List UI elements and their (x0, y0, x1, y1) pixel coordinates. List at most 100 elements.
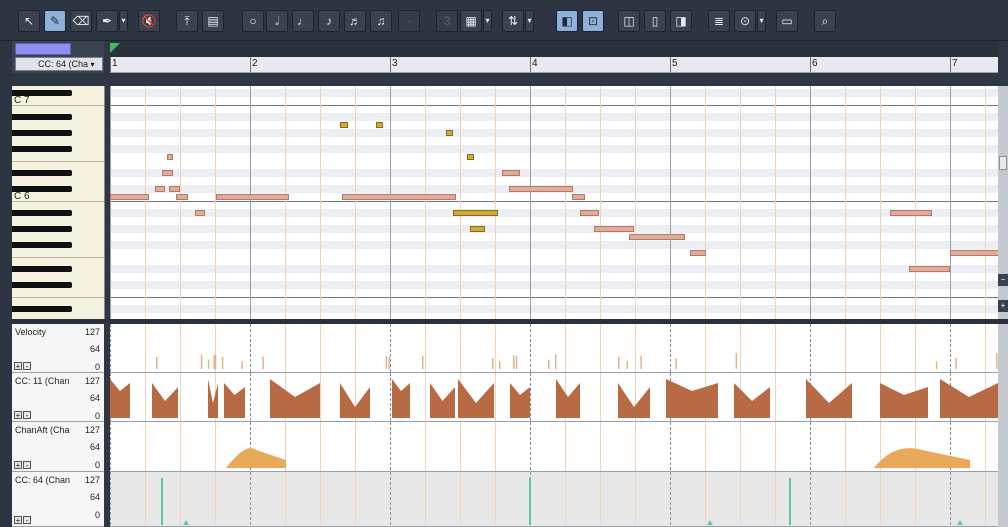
midi-note[interactable] (168, 186, 180, 192)
lane-mid-value: 64 (89, 393, 100, 403)
black-key[interactable] (12, 146, 72, 152)
lane-scrollbar[interactable] (998, 324, 1008, 527)
midi-note[interactable] (216, 194, 290, 200)
quantize-button[interactable]: ⤒ (176, 10, 198, 32)
quarter-note-button[interactable]: ♩ (292, 10, 314, 32)
black-key[interactable] (12, 282, 72, 288)
sixteenth-note-button[interactable]: ♬ (344, 10, 366, 32)
instrument-indicator[interactable] (15, 43, 71, 55)
mute-tool-button[interactable]: 🔇 (138, 10, 160, 32)
remove-lane-button[interactable]: - (23, 411, 31, 420)
record-dropdown[interactable]: ▾ (757, 10, 766, 32)
transpose-button[interactable]: ⇅ (502, 10, 524, 32)
lane-name[interactable]: CC: 11 (Chan (15, 376, 69, 386)
midi-note[interactable] (446, 130, 453, 136)
pen-tool-dropdown[interactable]: ▾ (119, 10, 128, 32)
midi-note[interactable] (469, 226, 486, 232)
lane-area-cc64[interactable] (110, 472, 998, 527)
midi-note[interactable] (175, 194, 189, 200)
midi-note[interactable] (339, 122, 348, 128)
controller-select[interactable]: CC: 64 (Cha ▾ (15, 57, 103, 71)
black-key[interactable] (12, 306, 72, 312)
scroll-thumb[interactable] (999, 156, 1007, 170)
lane-area-velocity[interactable] (110, 324, 998, 373)
midi-note[interactable] (594, 226, 634, 232)
record-button[interactable]: ⊙ (734, 10, 756, 32)
midi-note[interactable] (342, 194, 456, 200)
lane-area-cc11[interactable] (110, 373, 998, 422)
midi-note[interactable] (689, 250, 707, 256)
snap-grid-dropdown[interactable]: ▾ (483, 10, 492, 32)
midi-note[interactable] (195, 210, 206, 216)
remove-lane-button[interactable]: - (23, 461, 31, 470)
midi-note[interactable] (376, 122, 383, 128)
black-key[interactable] (12, 266, 72, 272)
whole-note-button[interactable]: ○ (242, 10, 264, 32)
midi-note[interactable] (909, 266, 950, 272)
snap-grid-button[interactable]: ▦ (460, 10, 482, 32)
midi-note[interactable] (580, 210, 599, 216)
lane-name[interactable]: CC: 64 (Chan (15, 475, 70, 485)
midi-note[interactable] (167, 154, 173, 160)
add-lane-button[interactable]: + (14, 411, 22, 420)
pane-center-button[interactable]: ▯ (644, 10, 666, 32)
lane-name[interactable]: Velocity (15, 327, 46, 337)
piano-keyboard[interactable]: C 7 C 6 (12, 86, 105, 319)
controller-pane-button[interactable]: ▤ (202, 10, 224, 32)
black-key[interactable] (12, 170, 72, 176)
black-key[interactable] (12, 130, 72, 136)
eraser-icon: ⌫ (72, 14, 90, 28)
zoom-out-icon[interactable]: − (998, 274, 1008, 286)
add-lane-button[interactable]: + (14, 362, 22, 371)
expression-curve (208, 379, 218, 418)
inline-view-button[interactable]: ▭ (776, 10, 798, 32)
draw-tool-button[interactable]: ✎ (44, 10, 66, 32)
zoom-button[interactable]: ⌕ (814, 10, 836, 32)
transpose-dropdown[interactable]: ▾ (525, 10, 534, 32)
dot-button[interactable]: · (398, 10, 420, 32)
remove-lane-button[interactable]: - (23, 516, 31, 525)
midi-note[interactable] (572, 194, 585, 200)
octave-line (110, 105, 998, 106)
marker-strip[interactable] (110, 41, 998, 57)
remove-lane-button[interactable]: - (23, 362, 31, 371)
midi-note[interactable] (453, 210, 498, 216)
midi-note[interactable] (161, 170, 173, 176)
show-events-button[interactable]: ⊡ (582, 10, 604, 32)
black-key[interactable] (12, 242, 72, 248)
midi-note[interactable] (154, 186, 165, 192)
measure-strip[interactable] (110, 57, 998, 73)
erase-tool-button[interactable]: ⌫ (70, 10, 92, 32)
note-grid[interactable] (110, 86, 998, 319)
lane-name[interactable]: ChanAft (Cha (15, 425, 70, 435)
audition-button[interactable]: ◧ (556, 10, 578, 32)
triplet-button[interactable]: 3 (436, 10, 458, 32)
velocity-bar (935, 361, 938, 369)
add-lane-button[interactable]: + (14, 516, 22, 525)
midi-note[interactable] (509, 186, 574, 192)
eighth-note-button[interactable]: ♪ (318, 10, 340, 32)
thirtysecond-note-button[interactable]: ♫ (370, 10, 392, 32)
expression-curve (270, 379, 320, 418)
midi-note[interactable] (110, 194, 150, 200)
add-lane-button[interactable]: + (14, 461, 22, 470)
start-marker-icon[interactable] (110, 43, 120, 53)
black-key[interactable] (12, 210, 72, 216)
pen-tool-button[interactable]: ✒ (96, 10, 118, 32)
time-ruler[interactable]: 1 2 3 4 5 6 7 (110, 41, 998, 73)
midi-note[interactable] (502, 170, 521, 176)
pane-left-button[interactable]: ◫ (618, 10, 640, 32)
black-key[interactable] (12, 114, 72, 120)
midi-note[interactable] (889, 210, 932, 216)
zoom-in-icon[interactable]: + (998, 300, 1008, 312)
vertical-scrollbar[interactable]: − + (998, 86, 1008, 319)
lane-area-chanaft[interactable] (110, 422, 998, 472)
pane-right-button[interactable]: ◨ (670, 10, 692, 32)
track-list-button[interactable]: ≣ (708, 10, 730, 32)
midi-note[interactable] (950, 250, 998, 256)
black-key[interactable] (12, 226, 72, 232)
half-note-button[interactable]: 𝅗𝅥 (266, 10, 288, 32)
midi-note[interactable] (629, 234, 686, 240)
select-tool-button[interactable]: ↖ (18, 10, 40, 32)
midi-note[interactable] (467, 154, 474, 160)
